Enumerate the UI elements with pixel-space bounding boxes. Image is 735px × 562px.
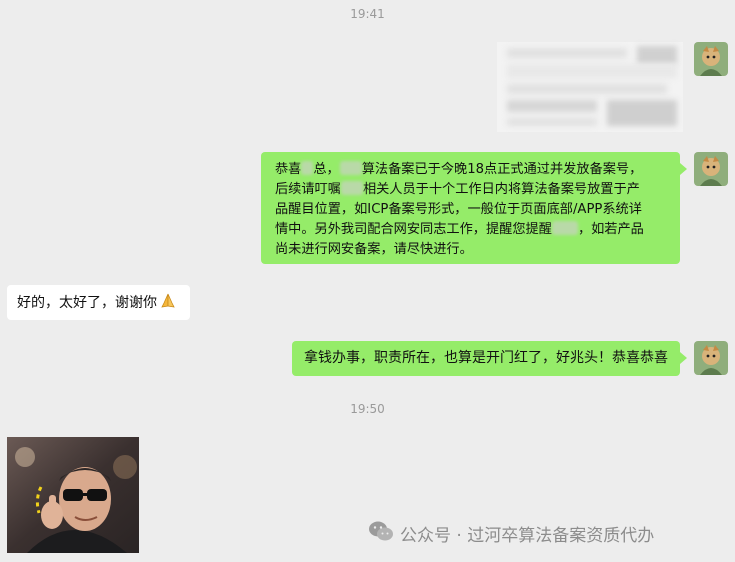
avatar-icon[interactable] — [694, 152, 728, 186]
message-text: 好的，太好了，谢谢你 — [17, 295, 157, 311]
message-text: 拿钱办事，职责所在，也算是开门红了，好兆头！恭喜恭喜 — [304, 350, 668, 366]
redacted-text — [339, 161, 362, 175]
wechat-icon — [368, 520, 394, 547]
pray-hands-emoji — [159, 292, 177, 316]
shared-photo[interactable] — [7, 437, 139, 553]
text-segment: 相关人员于十个工作日内将算法备案号放置于产 — [362, 182, 640, 197]
redacted-text — [301, 161, 314, 175]
redacted-text — [340, 181, 363, 195]
timestamp: 19:41 — [350, 7, 385, 21]
avatar-icon[interactable] — [694, 341, 728, 375]
text-segment: 总， — [313, 162, 340, 177]
message-bubble-sent[interactable]: 拿钱办事，职责所在，也算是开门红了，好兆头！恭喜恭喜 — [292, 341, 680, 376]
text-segment: 情中。另外我司配合网安同志工作，提醒您提醒 — [275, 222, 552, 237]
text-segment: 恭喜 — [275, 162, 302, 177]
watermark: 公众号 · 过河卒算法备案资质代办 — [368, 520, 654, 546]
redacted-text — [551, 221, 578, 235]
avatar-icon[interactable] — [694, 42, 728, 76]
shared-image[interactable] — [497, 42, 683, 132]
bubble-tail — [680, 163, 687, 175]
message-bubble-sent[interactable]: 恭喜 总， 算法备案已于今晚18点正式通过并发放备案号， 后续请叮嘱 相关人员于十个工… — [261, 152, 680, 264]
text-segment: 后续请叮嘱 — [275, 182, 341, 197]
text-segment: ，如若产品 — [577, 222, 644, 237]
text-segment: 品醒目位置，如ICP备案号形式，一般位于页面底部/APP系统详 — [275, 202, 642, 217]
watermark-text: 公众号 · 过河卒算法备案资质代办 — [400, 525, 655, 546]
message-bubble-received[interactable]: 好的，太好了，谢谢你 — [7, 285, 190, 320]
text-segment: 算法备案已于今晚18点正式通过并发放备案号， — [361, 162, 643, 177]
timestamp: 19:50 — [350, 402, 385, 416]
text-segment: 尚未进行网安备案，请尽快进行。 — [275, 242, 473, 257]
bubble-tail — [680, 352, 687, 364]
message-text: 恭喜 总， 算法备案已于今晚18点正式通过并发放备案号， 后续请叮嘱 相关人员于十个工… — [275, 160, 670, 260]
